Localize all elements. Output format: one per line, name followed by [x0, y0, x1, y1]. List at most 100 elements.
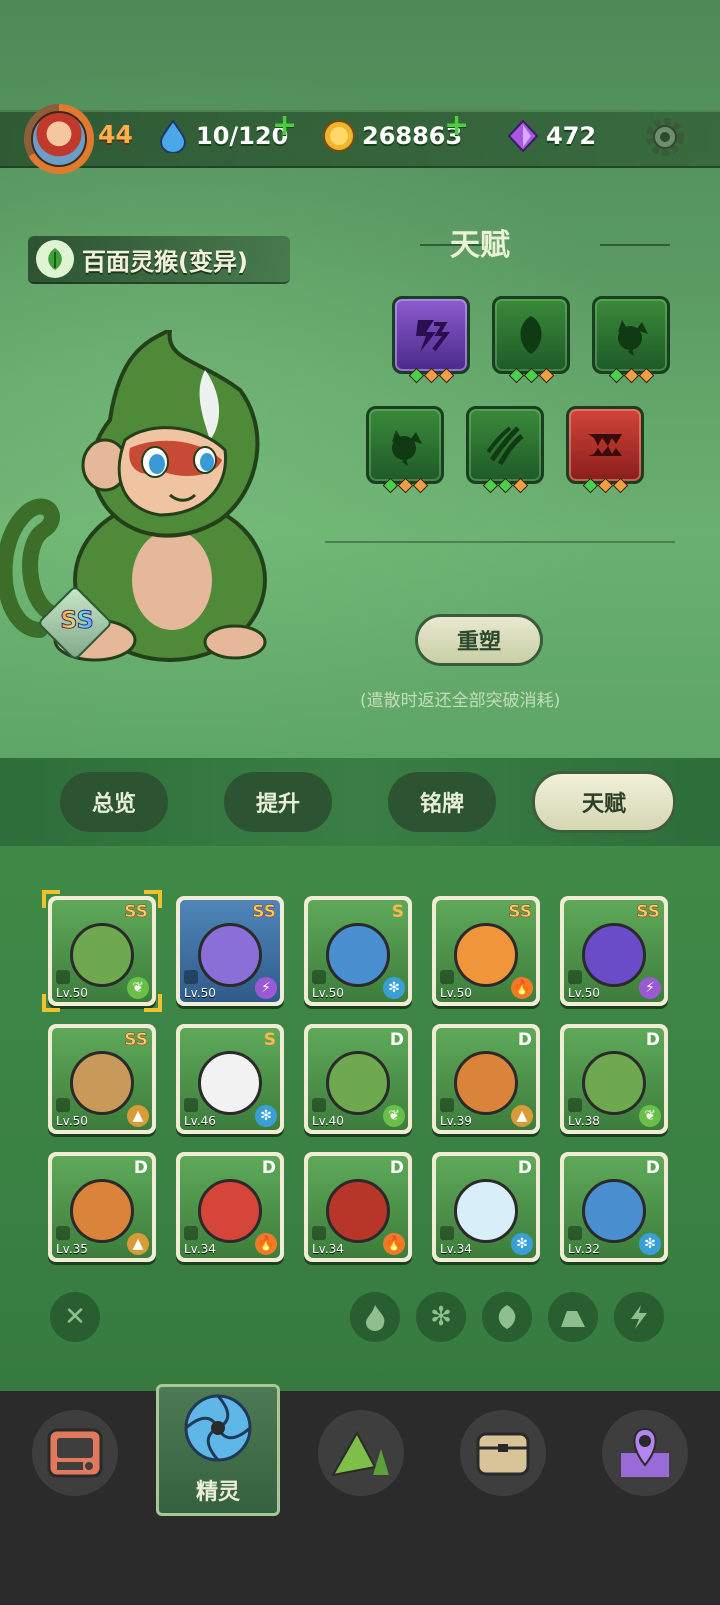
pet-card-portrait: D Lv.38 ❦ [564, 1028, 664, 1130]
pet-level: Lv.46 [184, 1114, 216, 1128]
add-coins-button[interactable]: + [444, 108, 469, 143]
lightning-icon: ⚡ [255, 977, 277, 999]
pet-rank: D [261, 1158, 276, 1178]
talent-slot-claw[interactable] [466, 406, 544, 494]
mountain-icon [331, 1430, 389, 1477]
pet-card[interactable]: D Lv.40 ❦ [304, 1024, 412, 1134]
fire-icon: 🔥 [383, 1233, 405, 1255]
pet-level: Lv.50 [56, 1114, 88, 1128]
pet-level: Lv.38 [568, 1114, 600, 1128]
lock-icon [440, 970, 454, 984]
fire-icon: 🔥 [255, 1233, 277, 1255]
pet-level: Lv.34 [184, 1242, 216, 1256]
pet-card-portrait: SS Lv.50 ⚡ [180, 900, 280, 1002]
section-divider [325, 541, 675, 543]
coins-resource: 268863 [322, 118, 462, 154]
pet-image [326, 1179, 390, 1244]
lock-icon [568, 970, 582, 984]
lock-icon [184, 1226, 198, 1240]
nav-device[interactable] [32, 1410, 118, 1496]
pet-card-portrait: D Lv.35 ▲ [52, 1156, 152, 1258]
pet-card[interactable]: D Lv.39 ▲ [432, 1024, 540, 1134]
add-stamina-button[interactable]: + [272, 108, 297, 143]
pet-card[interactable]: D Lv.38 ❦ [560, 1024, 668, 1134]
pet-image [198, 923, 262, 988]
pet-card[interactable]: SS Lv.50 ⚡ [560, 896, 668, 1006]
claw-scratch-icon [486, 426, 524, 466]
nav-world[interactable] [318, 1410, 404, 1496]
pet-card[interactable]: D Lv.34 🔥 [304, 1152, 412, 1262]
pet-image [70, 923, 134, 988]
leaf-filter-icon[interactable] [482, 1292, 532, 1342]
pet-image [198, 1051, 262, 1116]
pet-card-portrait: D Lv.34 🔥 [180, 1156, 280, 1258]
pet-card[interactable]: SS Lv.50 🔥 [432, 896, 540, 1006]
pet-card[interactable]: SS Lv.50 ⚡ [176, 896, 284, 1006]
pet-level: Lv.40 [312, 1114, 344, 1128]
reshape-button[interactable]: 重塑 [415, 614, 543, 666]
pet-card-portrait: SS Lv.50 ❦ [52, 900, 152, 1002]
nav-backpack[interactable] [460, 1410, 546, 1496]
tab-overview[interactable]: 总览 [60, 772, 168, 832]
tab-nameplate[interactable]: 铭牌 [388, 772, 496, 832]
ice-icon: ✻ [383, 977, 405, 999]
pet-rank: D [389, 1158, 404, 1178]
lock-icon [440, 1098, 454, 1112]
pet-card[interactable]: S Lv.50 ✻ [304, 896, 412, 1006]
fire-filter-icon[interactable] [350, 1292, 400, 1342]
pet-card[interactable]: D Lv.35 ▲ [48, 1152, 156, 1262]
player-avatar[interactable] [24, 104, 94, 174]
settings-gear-icon[interactable] [644, 116, 686, 158]
pet-image [454, 1179, 518, 1244]
fire-icon: 🔥 [511, 977, 533, 999]
pet-card-portrait: D Lv.34 🔥 [308, 1156, 408, 1258]
earth-icon: ▲ [127, 1105, 149, 1127]
talent-slot-spike-2[interactable] [366, 406, 444, 494]
pet-card[interactable]: D Lv.34 🔥 [176, 1152, 284, 1262]
lock-icon [184, 970, 198, 984]
clear-filter-button[interactable]: ✕ [50, 1292, 100, 1342]
earth-icon: ▲ [511, 1105, 533, 1127]
pet-level: Lv.50 [184, 986, 216, 1000]
talent-slot-lightning[interactable] [392, 296, 470, 384]
pet-level: Lv.32 [568, 1242, 600, 1256]
lightning-filter-icon[interactable] [614, 1292, 664, 1342]
fang-mouth-icon [588, 434, 622, 456]
talent-slot-spike[interactable] [592, 296, 670, 384]
ice-icon: ✻ [639, 1233, 661, 1255]
pet-image [326, 923, 390, 988]
avatar-image [31, 111, 87, 167]
talent-slot-leaf[interactable] [492, 296, 570, 384]
pet-card-portrait: S Lv.50 ✻ [308, 900, 408, 1002]
pet-rank: D [389, 1030, 404, 1050]
pet-image [582, 923, 646, 988]
selection-corner [42, 890, 60, 908]
pet-card-portrait: D Lv.34 ✻ [436, 1156, 536, 1258]
lock-icon [312, 970, 326, 984]
pet-level: Lv.39 [440, 1114, 472, 1128]
pet-level: Lv.35 [56, 1242, 88, 1256]
nav-spirits-label: 精灵 [195, 1480, 240, 1505]
pet-card[interactable]: D Lv.32 ✻ [560, 1152, 668, 1262]
pet-rank: D [517, 1030, 532, 1050]
lock-icon [568, 1098, 582, 1112]
tab-talent[interactable]: 天赋 [532, 771, 676, 833]
pet-rank: S [263, 1030, 276, 1050]
earth-filter-icon[interactable] [548, 1292, 598, 1342]
map-pin-icon [621, 1427, 669, 1477]
pet-card[interactable]: D Lv.34 ✻ [432, 1152, 540, 1262]
pet-card[interactable]: SS Lv.50 ▲ [48, 1024, 156, 1134]
nav-map[interactable] [602, 1410, 688, 1496]
pet-card[interactable]: S Lv.46 ✻ [176, 1024, 284, 1134]
ice-filter-icon[interactable]: ✻ [416, 1292, 466, 1342]
lock-icon [312, 1226, 326, 1240]
leaf-icon: ❦ [639, 1105, 661, 1127]
pet-level: Lv.34 [312, 1242, 344, 1256]
talent-slot-fang[interactable] [566, 406, 644, 494]
pet-card-portrait: SS Lv.50 🔥 [436, 900, 536, 1002]
spiked-seed-icon [618, 320, 648, 356]
pet-image [454, 1051, 518, 1116]
pet-card-portrait: S Lv.46 ✻ [180, 1028, 280, 1130]
pet-card[interactable]: SS Lv.50 ❦ [42, 890, 162, 1012]
tab-upgrade[interactable]: 提升 [224, 772, 332, 832]
